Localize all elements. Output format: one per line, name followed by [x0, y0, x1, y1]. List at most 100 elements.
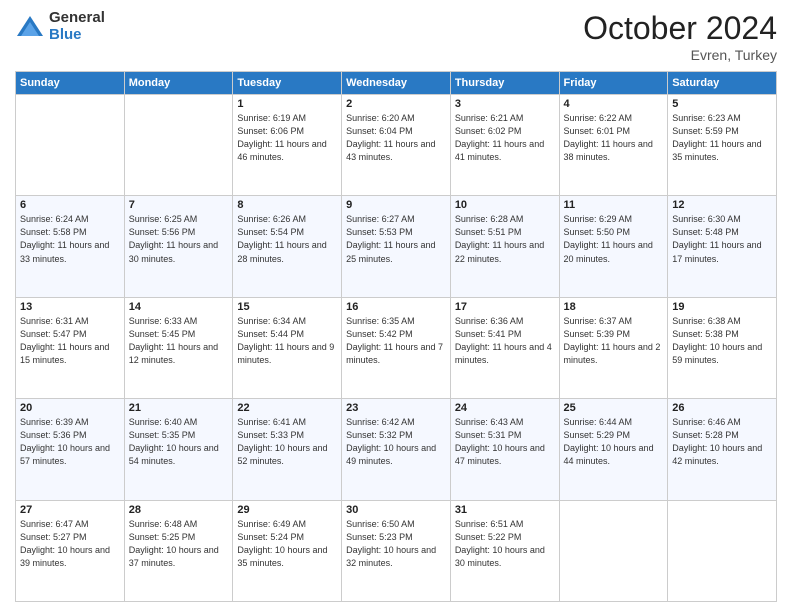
calendar-week-row: 1 Sunrise: 6:19 AM Sunset: 6:06 PM Daylig…	[16, 95, 777, 196]
day-info: Sunrise: 6:31 AM Sunset: 5:47 PM Dayligh…	[20, 315, 120, 367]
calendar-day-cell: 13Sunrise: 6:31 AM Sunset: 5:47 PM Dayli…	[16, 297, 125, 398]
day-number: 22	[237, 402, 337, 414]
day-info: Sunrise: 6:23 AM Sunset: 5:59 PM Dayligh…	[672, 112, 772, 164]
month-title: October 2024	[583, 10, 777, 47]
day-info: Sunrise: 6:30 AM Sunset: 5:48 PM Dayligh…	[672, 213, 772, 265]
day-of-week-header: Wednesday	[342, 72, 451, 95]
day-info: Sunrise: 6:37 AM Sunset: 5:39 PM Dayligh…	[564, 315, 664, 367]
day-info: Sunrise: 6:47 AM Sunset: 5:27 PM Dayligh…	[20, 518, 120, 570]
day-info: Sunrise: 6:40 AM Sunset: 5:35 PM Dayligh…	[129, 416, 229, 468]
day-number: 4	[564, 98, 664, 110]
calendar-day-cell: 16Sunrise: 6:35 AM Sunset: 5:42 PM Dayli…	[342, 297, 451, 398]
location-subtitle: Evren, Turkey	[583, 47, 777, 63]
calendar-day-cell: 27 Sunrise: 6:47 AM Sunset: 5:27 PM Dayli…	[16, 500, 125, 601]
day-number: 12	[672, 199, 772, 211]
day-info: Sunrise: 6:36 AM Sunset: 5:41 PM Dayligh…	[455, 315, 555, 367]
header: General Blue October 2024 Evren, Turkey	[15, 10, 777, 63]
calendar-day-cell: 4 Sunrise: 6:22 AM Sunset: 6:01 PM Daylig…	[559, 95, 668, 196]
calendar-day-cell: 1 Sunrise: 6:19 AM Sunset: 6:06 PM Daylig…	[233, 95, 342, 196]
day-info: Sunrise: 6:49 AM Sunset: 5:24 PM Dayligh…	[237, 518, 337, 570]
calendar-week-row: 20 Sunrise: 6:39 AM Sunset: 5:36 PM Dayli…	[16, 399, 777, 500]
day-number: 30	[346, 504, 446, 516]
calendar-day-cell: 2 Sunrise: 6:20 AM Sunset: 6:04 PM Daylig…	[342, 95, 451, 196]
day-number: 1	[237, 98, 337, 110]
calendar-day-cell: 9 Sunrise: 6:27 AM Sunset: 5:53 PM Daylig…	[342, 196, 451, 297]
calendar-day-cell: 12 Sunrise: 6:30 AM Sunset: 5:48 PM Dayli…	[668, 196, 777, 297]
calendar-week-row: 27 Sunrise: 6:47 AM Sunset: 5:27 PM Dayli…	[16, 500, 777, 601]
day-number: 20	[20, 402, 120, 414]
day-info: Sunrise: 6:33 AM Sunset: 5:45 PM Dayligh…	[129, 315, 229, 367]
day-info: Sunrise: 6:27 AM Sunset: 5:53 PM Dayligh…	[346, 213, 446, 265]
calendar-day-cell: 28 Sunrise: 6:48 AM Sunset: 5:25 PM Dayli…	[124, 500, 233, 601]
logo-text: General Blue	[49, 10, 105, 43]
logo: General Blue	[15, 10, 105, 43]
page: General Blue October 2024 Evren, Turkey …	[0, 0, 792, 612]
calendar-day-cell: 26 Sunrise: 6:46 AM Sunset: 5:28 PM Dayli…	[668, 399, 777, 500]
day-info: Sunrise: 6:42 AM Sunset: 5:32 PM Dayligh…	[346, 416, 446, 468]
day-info: Sunrise: 6:26 AM Sunset: 5:54 PM Dayligh…	[237, 213, 337, 265]
logo-general: General	[49, 10, 105, 27]
calendar-week-row: 6 Sunrise: 6:24 AM Sunset: 5:58 PM Daylig…	[16, 196, 777, 297]
calendar-day-cell: 29 Sunrise: 6:49 AM Sunset: 5:24 PM Dayli…	[233, 500, 342, 601]
day-info: Sunrise: 6:34 AM Sunset: 5:44 PM Dayligh…	[237, 315, 337, 367]
day-of-week-header: Tuesday	[233, 72, 342, 95]
day-number: 21	[129, 402, 229, 414]
calendar-day-cell: 30Sunrise: 6:50 AM Sunset: 5:23 PM Dayli…	[342, 500, 451, 601]
day-info: Sunrise: 6:51 AM Sunset: 5:22 PM Dayligh…	[455, 518, 555, 570]
day-info: Sunrise: 6:24 AM Sunset: 5:58 PM Dayligh…	[20, 213, 120, 265]
day-number: 5	[672, 98, 772, 110]
calendar-day-cell: 19Sunrise: 6:38 AM Sunset: 5:38 PM Dayli…	[668, 297, 777, 398]
day-number: 31	[455, 504, 555, 516]
day-info: Sunrise: 6:35 AM Sunset: 5:42 PM Dayligh…	[346, 315, 446, 367]
day-number: 10	[455, 199, 555, 211]
calendar-day-cell: 3 Sunrise: 6:21 AM Sunset: 6:02 PM Daylig…	[450, 95, 559, 196]
day-number: 28	[129, 504, 229, 516]
day-number: 3	[455, 98, 555, 110]
day-info: Sunrise: 6:29 AM Sunset: 5:50 PM Dayligh…	[564, 213, 664, 265]
day-info: Sunrise: 6:39 AM Sunset: 5:36 PM Dayligh…	[20, 416, 120, 468]
day-info: Sunrise: 6:48 AM Sunset: 5:25 PM Dayligh…	[129, 518, 229, 570]
day-info: Sunrise: 6:44 AM Sunset: 5:29 PM Dayligh…	[564, 416, 664, 468]
title-section: October 2024 Evren, Turkey	[583, 10, 777, 63]
calendar-day-cell: 8Sunrise: 6:26 AM Sunset: 5:54 PM Daylig…	[233, 196, 342, 297]
day-info: Sunrise: 6:46 AM Sunset: 5:28 PM Dayligh…	[672, 416, 772, 468]
day-of-week-header: Monday	[124, 72, 233, 95]
calendar-day-cell: 6 Sunrise: 6:24 AM Sunset: 5:58 PM Daylig…	[16, 196, 125, 297]
calendar-header-row: SundayMondayTuesdayWednesdayThursdayFrid…	[16, 72, 777, 95]
day-number: 6	[20, 199, 120, 211]
day-of-week-header: Saturday	[668, 72, 777, 95]
day-of-week-header: Thursday	[450, 72, 559, 95]
day-info: Sunrise: 6:19 AM Sunset: 6:06 PM Dayligh…	[237, 112, 337, 164]
day-number: 18	[564, 301, 664, 313]
day-number: 19	[672, 301, 772, 313]
day-of-week-header: Sunday	[16, 72, 125, 95]
calendar-day-cell	[668, 500, 777, 601]
day-info: Sunrise: 6:41 AM Sunset: 5:33 PM Dayligh…	[237, 416, 337, 468]
day-of-week-header: Friday	[559, 72, 668, 95]
day-number: 9	[346, 199, 446, 211]
day-info: Sunrise: 6:22 AM Sunset: 6:01 PM Dayligh…	[564, 112, 664, 164]
calendar-day-cell: 18 Sunrise: 6:37 AM Sunset: 5:39 PM Dayli…	[559, 297, 668, 398]
day-number: 15	[237, 301, 337, 313]
day-number: 27	[20, 504, 120, 516]
day-number: 17	[455, 301, 555, 313]
day-number: 25	[564, 402, 664, 414]
calendar-day-cell: 17 Sunrise: 6:36 AM Sunset: 5:41 PM Dayli…	[450, 297, 559, 398]
calendar-day-cell: 14Sunrise: 6:33 AM Sunset: 5:45 PM Dayli…	[124, 297, 233, 398]
day-number: 29	[237, 504, 337, 516]
day-number: 2	[346, 98, 446, 110]
calendar-day-cell: 5 Sunrise: 6:23 AM Sunset: 5:59 PM Daylig…	[668, 95, 777, 196]
day-number: 11	[564, 199, 664, 211]
day-number: 7	[129, 199, 229, 211]
day-info: Sunrise: 6:21 AM Sunset: 6:02 PM Dayligh…	[455, 112, 555, 164]
day-number: 24	[455, 402, 555, 414]
day-number: 26	[672, 402, 772, 414]
day-number: 23	[346, 402, 446, 414]
calendar-day-cell: 7Sunrise: 6:25 AM Sunset: 5:56 PM Daylig…	[124, 196, 233, 297]
calendar-day-cell: 20 Sunrise: 6:39 AM Sunset: 5:36 PM Dayli…	[16, 399, 125, 500]
day-info: Sunrise: 6:28 AM Sunset: 5:51 PM Dayligh…	[455, 213, 555, 265]
calendar-day-cell: 25 Sunrise: 6:44 AM Sunset: 5:29 PM Dayli…	[559, 399, 668, 500]
calendar-table: SundayMondayTuesdayWednesdayThursdayFrid…	[15, 71, 777, 602]
calendar-day-cell	[16, 95, 125, 196]
day-info: Sunrise: 6:20 AM Sunset: 6:04 PM Dayligh…	[346, 112, 446, 164]
